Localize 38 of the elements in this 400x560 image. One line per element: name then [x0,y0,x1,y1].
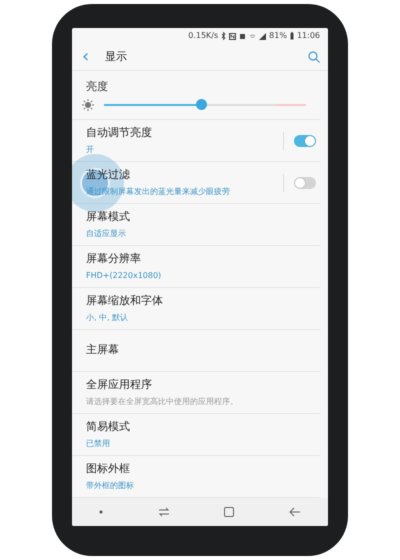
setting-subtitle: 自适应显示 [86,228,127,240]
setting-title: 蓝光过滤 [86,167,131,184]
screen-title: 显示 [105,48,128,65]
back-button[interactable]: ‹ [80,48,92,66]
bluetooth-icon [221,32,226,40]
battery-icon [290,32,294,40]
setting-title: 主屏幕 [86,342,120,358]
nfc-icon [229,32,236,40]
signal-icon [259,32,266,40]
brightness-icon [82,99,94,112]
setting-subtitle: 小, 中, 默认 [86,312,130,324]
setting-subtitle: 已禁用 [86,438,111,450]
slider-thumb[interactable] [196,99,207,110]
toggle-switch[interactable] [294,134,316,147]
setting-title: 全屏应用程序 [86,377,153,394]
wifi-icon [249,32,256,40]
search-icon[interactable] [308,51,320,64]
setting-title: 图标外框 [86,461,131,478]
setting-title: 简易模式 [86,419,131,436]
back-icon[interactable] [288,507,301,518]
dot-icon[interactable] [99,510,104,514]
vibrate-icon [239,32,246,40]
toggle-switch[interactable] [294,176,316,189]
home-icon[interactable] [224,507,234,518]
setting-title: 屏幕缩放和字体 [86,293,164,310]
setting-subtitle: 带外框的图标 [86,480,135,492]
section-title: 亮度 [85,78,109,95]
battery-percent: 81% [269,30,287,42]
setting-title: 屏幕模式 [86,209,131,226]
setting-subtitle: 通过限制屏幕发出的蓝光量来减少眼疲劳 [86,186,231,198]
clock: 11:06 [296,30,320,42]
network-speed: 0.15K/s [188,30,218,42]
setting-subtitle: FHD+(2220x1080) [86,270,162,282]
setting-subtitle: 请选择要在全屏宽高比中使用的应用程序。 [86,396,239,408]
setting-subtitle: 开 [86,144,95,156]
setting-title: 屏幕分辨率 [86,251,142,268]
recent-apps-icon[interactable] [158,507,170,518]
setting-title: 自动调节亮度 [86,125,153,142]
